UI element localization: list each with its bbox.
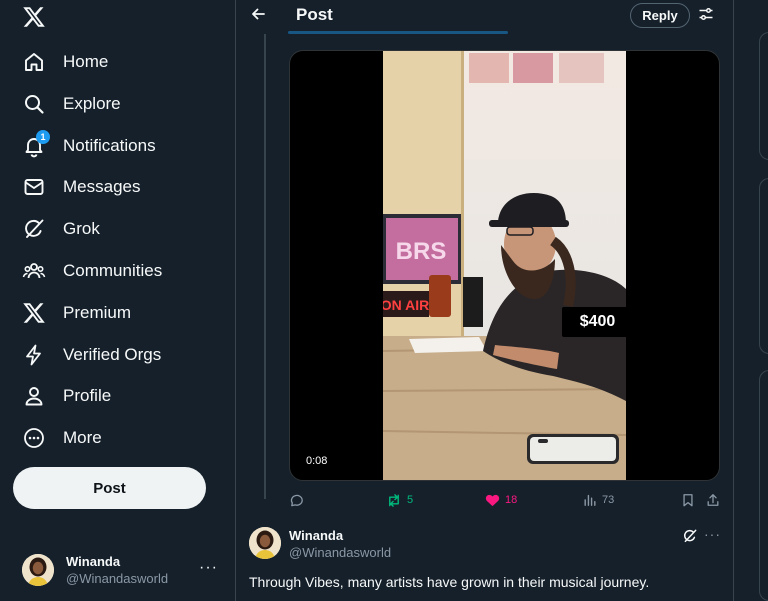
video-scene-graphic: BRS ON AIR bbox=[383, 51, 626, 480]
reply-action[interactable] bbox=[289, 490, 309, 510]
nav-communities-label: Communities bbox=[63, 261, 163, 280]
post-actions: 5 18 73 bbox=[289, 490, 729, 510]
account-switcher[interactable]: Winanda @Winandasworld ··· bbox=[12, 545, 222, 595]
nav-more[interactable]: More bbox=[12, 418, 112, 458]
nav-notifications[interactable]: 1 Notifications bbox=[12, 126, 166, 166]
nav-explore[interactable]: Explore bbox=[12, 84, 131, 124]
right-sidebar-edge bbox=[734, 0, 768, 601]
nav-messages-label: Messages bbox=[63, 177, 141, 196]
filter-icon[interactable] bbox=[698, 6, 714, 22]
grok-icon[interactable] bbox=[682, 528, 698, 544]
nav-premium[interactable]: Premium bbox=[12, 293, 141, 333]
nav-notifications-label: Notifications bbox=[63, 136, 156, 155]
reply-author-name[interactable]: Winanda bbox=[289, 528, 343, 543]
screen-text: BRS bbox=[396, 238, 447, 265]
views-icon bbox=[584, 494, 596, 506]
more-circle-icon bbox=[22, 426, 46, 450]
reply-icon bbox=[290, 494, 303, 506]
main-column: Post Reply BRS ON AIR $400 0:08 5 18 73 … bbox=[236, 0, 734, 601]
video-frame: BRS ON AIR $400 bbox=[383, 51, 626, 480]
sidebar: Home Explore 1 Notifications Messages Gr… bbox=[0, 0, 236, 601]
like-count: 18 bbox=[505, 494, 518, 506]
avatar bbox=[22, 554, 54, 586]
header: Post Reply bbox=[236, 0, 734, 30]
reply-more-icon[interactable]: ··· bbox=[704, 526, 721, 542]
reply-author-handle[interactable]: @Winandasworld bbox=[289, 545, 391, 560]
home-icon bbox=[22, 50, 46, 74]
nav-grok-label: Grok bbox=[63, 219, 100, 238]
x-logo[interactable] bbox=[22, 5, 46, 29]
person-icon bbox=[22, 384, 46, 408]
account-handle: @Winandasworld bbox=[66, 571, 169, 586]
x-logo-icon bbox=[22, 301, 46, 325]
on-air-sign: ON AIR bbox=[383, 297, 429, 313]
nav-verified-orgs-label: Verified Orgs bbox=[63, 345, 162, 364]
views-action[interactable]: 73 bbox=[583, 490, 614, 510]
nav-home-label: Home bbox=[63, 52, 109, 71]
nav-messages[interactable]: Messages bbox=[12, 167, 150, 207]
notification-badge: 1 bbox=[36, 130, 50, 144]
grok-icon bbox=[22, 217, 46, 241]
nav-explore-label: Explore bbox=[63, 94, 121, 113]
nav-profile[interactable]: Profile bbox=[12, 376, 121, 416]
nav-grok[interactable]: Grok bbox=[12, 209, 110, 249]
reply-tweet[interactable]: Winanda @Winandasworld ··· Through Vibes… bbox=[236, 520, 734, 601]
people-icon bbox=[22, 259, 46, 283]
nav-communities[interactable]: Communities bbox=[12, 251, 172, 291]
repost-action[interactable]: 5 bbox=[386, 490, 413, 510]
bookmark-icon bbox=[683, 494, 693, 507]
nav-premium-label: Premium bbox=[63, 303, 132, 322]
right-card bbox=[759, 178, 768, 354]
account-more-icon[interactable]: ··· bbox=[199, 559, 218, 577]
nav-more-label: More bbox=[63, 428, 102, 447]
bell-icon: 1 bbox=[22, 130, 50, 158]
repost-count: 5 bbox=[407, 494, 414, 506]
nav-verified-orgs[interactable]: Verified Orgs bbox=[12, 335, 171, 375]
lightning-icon bbox=[22, 343, 46, 367]
nav-home[interactable]: Home bbox=[12, 42, 118, 82]
repost-icon bbox=[389, 493, 399, 507]
back-arrow-icon[interactable] bbox=[250, 6, 266, 22]
share-action[interactable] bbox=[706, 490, 720, 510]
views-count: 73 bbox=[602, 494, 615, 506]
right-card bbox=[759, 32, 768, 160]
page-title: Post bbox=[296, 5, 333, 24]
envelope-icon bbox=[22, 175, 46, 199]
share-icon bbox=[707, 494, 719, 506]
post-button[interactable]: Post bbox=[13, 467, 206, 509]
thread-line bbox=[264, 34, 266, 499]
account-name: Winanda bbox=[66, 554, 121, 569]
right-card bbox=[759, 370, 768, 601]
price-caption: $400 bbox=[562, 307, 626, 337]
bookmark-action[interactable] bbox=[681, 490, 695, 510]
reply-button[interactable]: Reply bbox=[630, 3, 690, 28]
nav-profile-label: Profile bbox=[63, 386, 112, 405]
video-timestamp: 0:08 bbox=[300, 454, 334, 468]
heart-icon bbox=[485, 494, 500, 506]
video-player[interactable]: BRS ON AIR $400 0:08 bbox=[289, 50, 720, 481]
search-icon bbox=[22, 92, 46, 116]
reply-text: Through Vibes, many artists have grown i… bbox=[249, 574, 650, 590]
mention-fragment bbox=[288, 28, 508, 36]
like-action[interactable]: 18 bbox=[485, 490, 517, 510]
reply-avatar[interactable] bbox=[249, 527, 281, 559]
